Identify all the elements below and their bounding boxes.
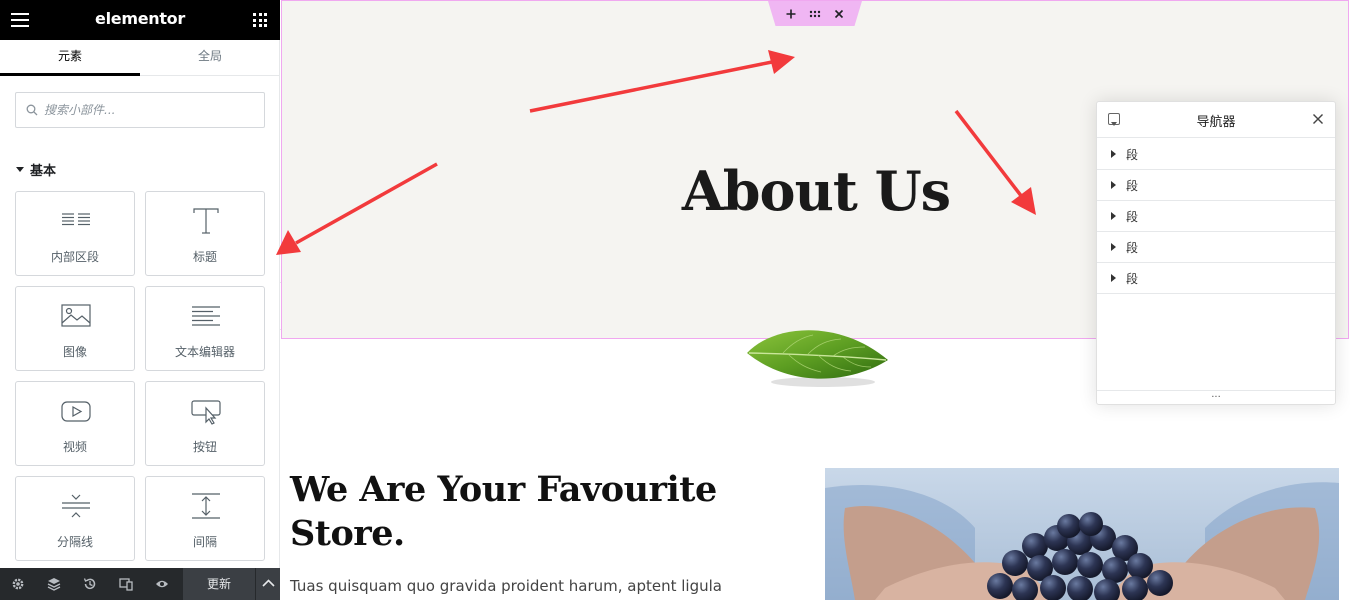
about-heading[interactable]: We Are Your Favourite Store. xyxy=(290,468,770,556)
chevron-up-icon xyxy=(262,579,275,587)
responsive-icon xyxy=(119,578,133,591)
inner-section-icon xyxy=(62,213,90,226)
text-editor-icon xyxy=(192,306,220,326)
widget-text-editor[interactable]: 文本编辑器 xyxy=(145,286,265,371)
preview-button[interactable] xyxy=(144,568,180,600)
divider-icon xyxy=(62,494,90,518)
caret-right-icon[interactable] xyxy=(1111,181,1116,189)
search-input[interactable] xyxy=(44,93,259,127)
widget-label: 标题 xyxy=(192,250,217,264)
video-icon xyxy=(61,401,91,422)
history-button[interactable] xyxy=(72,568,108,600)
panel-header: elementor xyxy=(0,0,280,40)
widget-label: 文本编辑器 xyxy=(174,345,235,359)
navigator-item-label: 段 xyxy=(1126,148,1139,162)
delete-section-icon[interactable] xyxy=(831,6,847,22)
widget-label: 分隔线 xyxy=(56,535,93,549)
leaf-image xyxy=(747,330,888,387)
history-icon xyxy=(83,578,96,590)
navigator-resize-handle[interactable]: ... xyxy=(1097,390,1335,404)
navigator-item-label: 段 xyxy=(1126,179,1139,193)
widget-search xyxy=(15,92,265,128)
widget-video[interactable]: 视频 xyxy=(15,381,135,466)
add-section-icon[interactable] xyxy=(783,6,799,22)
update-button[interactable]: 更新 xyxy=(183,568,255,600)
navigator-item-section[interactable]: 段 xyxy=(1097,232,1335,263)
update-options-button[interactable] xyxy=(255,568,280,600)
widget-button[interactable]: 按钮 xyxy=(145,381,265,466)
settings-button[interactable] xyxy=(0,568,36,600)
berries-image[interactable] xyxy=(825,468,1339,600)
brand-logo: elementor xyxy=(95,9,185,28)
image-icon xyxy=(61,304,91,327)
about-text[interactable]: Tuas quisquam quo gravida proident harum… xyxy=(290,577,790,595)
spacer-icon xyxy=(192,493,220,519)
close-icon[interactable] xyxy=(1312,113,1324,125)
navigator-item-section[interactable]: 段 xyxy=(1097,170,1335,201)
heading-icon xyxy=(193,208,219,234)
widget-image[interactable]: 图像 xyxy=(15,286,135,371)
search-icon xyxy=(26,104,38,116)
widget-label: 图像 xyxy=(62,345,87,359)
widget-spacer[interactable]: 间隔 xyxy=(145,476,265,561)
caret-right-icon[interactable] xyxy=(1111,243,1116,251)
widget-label: 内部区段 xyxy=(50,250,99,264)
layers-icon xyxy=(47,578,61,591)
navigator-title: 导航器 xyxy=(1196,115,1236,130)
navigator-item-section[interactable]: 段 xyxy=(1097,201,1335,232)
navigator-button[interactable] xyxy=(36,568,72,600)
navigator-panel: 导航器 段 段 段 段 段 ... xyxy=(1096,101,1336,405)
widget-inner-section[interactable]: 内部区段 xyxy=(15,191,135,276)
widget-label: 间隔 xyxy=(192,535,217,549)
caret-right-icon[interactable] xyxy=(1111,150,1116,158)
drag-handle-icon[interactable] xyxy=(807,6,823,22)
widget-divider[interactable]: 分隔线 xyxy=(15,476,135,561)
responsive-button[interactable] xyxy=(108,568,144,600)
navigator-item-section[interactable]: 段 xyxy=(1097,263,1335,294)
tab-elements[interactable]: 元素 xyxy=(0,40,140,76)
navigator-item-label: 段 xyxy=(1126,210,1139,224)
grid-icon[interactable] xyxy=(253,13,267,27)
caret-down-icon xyxy=(16,167,24,172)
panel-footer: 更新 xyxy=(0,568,280,600)
widget-heading[interactable]: 标题 xyxy=(145,191,265,276)
eye-icon xyxy=(156,580,168,588)
elementor-panel: elementor 元素 全局 基本 内部区段 标题 图像 文本编辑器 视频 按… xyxy=(0,0,280,600)
button-icon xyxy=(191,400,221,425)
navigator-item-section[interactable]: 段 xyxy=(1097,139,1335,170)
navigator-item-label: 段 xyxy=(1126,272,1139,286)
widget-label: 按钮 xyxy=(192,440,217,454)
navigator-header: 导航器 xyxy=(1097,102,1335,138)
category-title: 基本 xyxy=(30,164,57,179)
navigator-item-label: 段 xyxy=(1126,241,1139,255)
section-handle xyxy=(768,1,862,26)
caret-right-icon[interactable] xyxy=(1111,274,1116,282)
panel-tabs: 元素 全局 xyxy=(0,40,280,76)
tab-global[interactable]: 全局 xyxy=(140,40,280,76)
category-toggle[interactable]: 基本 xyxy=(16,160,56,179)
widget-label: 视频 xyxy=(62,440,87,454)
gear-icon xyxy=(12,578,24,590)
caret-right-icon[interactable] xyxy=(1111,212,1116,220)
